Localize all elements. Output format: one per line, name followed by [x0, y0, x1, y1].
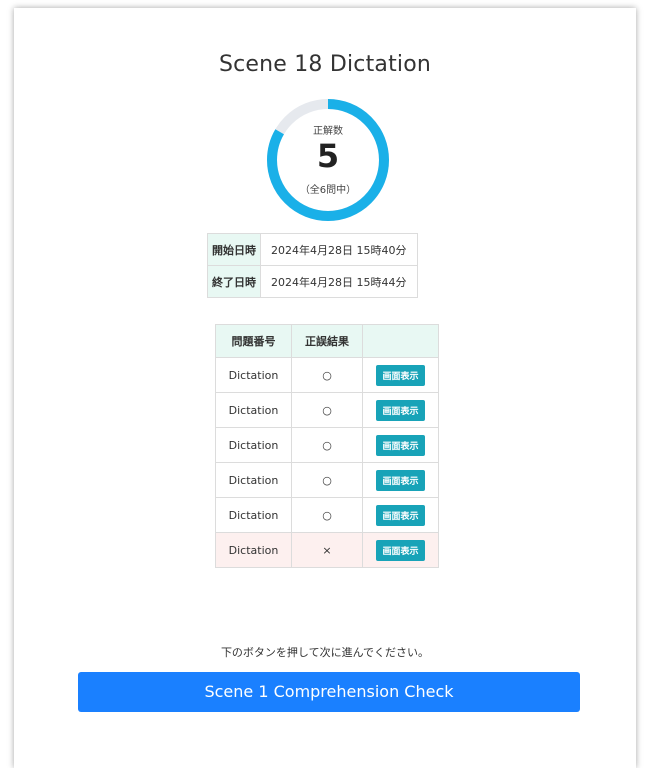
table-row: Dictation ○ 画面表示 [215, 497, 439, 533]
table-row: Dictation ○ 画面表示 [215, 357, 439, 393]
start-time-row: 開始日時 2024年4月28日 15時40分 [207, 233, 418, 266]
question-name: Dictation [215, 462, 292, 498]
score-label: 正解数 [313, 126, 343, 137]
view-screen-button[interactable]: 画面表示 [376, 539, 425, 561]
instruction-text: 下のボタンを押して次に進んでください。 [220, 646, 430, 659]
question-name: Dictation [215, 427, 292, 463]
view-screen-button[interactable]: 画面表示 [376, 504, 425, 526]
view-screen-button[interactable]: 画面表示 [376, 364, 425, 386]
question-result: ○ [291, 497, 363, 533]
table-row: Dictation ○ 画面表示 [215, 427, 439, 463]
end-time-value: 2024年4月28日 15時44分 [260, 265, 418, 298]
score-total: （全6問中） [299, 185, 357, 196]
question-name: Dictation [215, 392, 292, 428]
score-ring: 正解数 5 （全6問中） [263, 95, 393, 225]
end-time-row: 終了日時 2024年4月28日 15時44分 [207, 265, 418, 298]
start-time-value: 2024年4月28日 15時40分 [260, 233, 418, 266]
table-row: Dictation × 画面表示 [215, 532, 439, 568]
view-screen-button[interactable]: 画面表示 [376, 399, 425, 421]
view-screen-button[interactable]: 画面表示 [376, 469, 425, 491]
end-time-label: 終了日時 [207, 265, 261, 298]
question-result: ○ [291, 357, 363, 393]
question-result: × [291, 532, 363, 568]
header-result: 正誤結果 [291, 324, 363, 358]
question-result: ○ [291, 392, 363, 428]
time-table: 開始日時 2024年4月28日 15時40分 終了日時 2024年4月28日 1… [207, 233, 418, 298]
view-screen-button[interactable]: 画面表示 [376, 434, 425, 456]
question-name: Dictation [215, 497, 292, 533]
next-scene-button[interactable]: Scene 1 Comprehension Check [78, 672, 580, 712]
result-card: Scene 18 Dictation 正解数 5 （全6問中） 開始日時 202… [14, 8, 636, 768]
table-row: Dictation ○ 画面表示 [215, 462, 439, 498]
page-title: Scene 18 Dictation [218, 52, 432, 77]
results-table: 問題番号 正誤結果 Dictation ○ 画面表示 Dictation ○ 画… [215, 324, 439, 568]
question-name: Dictation [215, 357, 292, 393]
score-value: 5 [316, 137, 340, 175]
question-name: Dictation [215, 532, 292, 568]
header-question-number: 問題番号 [215, 324, 292, 358]
table-row: Dictation ○ 画面表示 [215, 392, 439, 428]
question-result: ○ [291, 427, 363, 463]
results-header-row: 問題番号 正誤結果 [215, 324, 439, 358]
header-action [362, 324, 439, 358]
question-result: ○ [291, 462, 363, 498]
start-time-label: 開始日時 [207, 233, 261, 266]
